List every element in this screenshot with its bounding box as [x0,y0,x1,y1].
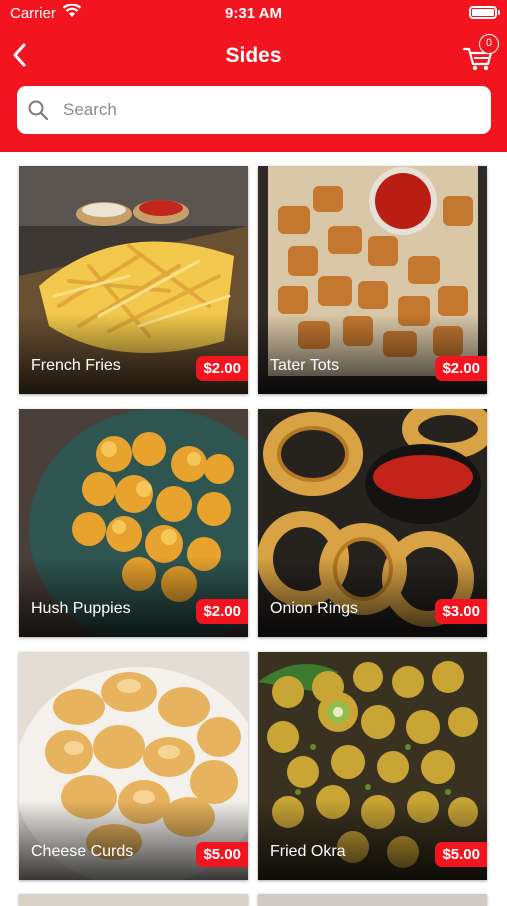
product-name: Fried Okra [270,843,346,860]
product-card[interactable]: Hush Puppies $2.00 [19,409,248,637]
search-icon [28,100,49,121]
cart-count-badge: 0 [479,34,499,54]
battery-icon [469,6,500,19]
price-badge: $5.00 [435,842,487,867]
product-name: Tater Tots [270,357,340,374]
product-name: Hush Puppies [31,600,131,617]
product-photo [19,894,248,906]
price-badge: $3.00 [435,599,487,624]
price-badge: $5.00 [196,842,248,867]
product-name: Onion Rings [270,600,359,617]
card-shade [258,314,487,394]
product-card[interactable]: French Fries $2.00 [19,166,248,394]
card-shade [19,557,248,637]
price-badge: $2.00 [196,356,248,381]
product-card[interactable] [258,894,487,906]
nav-bar: Sides 0 [0,34,507,76]
product-card[interactable]: Tater Tots $2.00 [258,166,487,394]
product-name: Cheese Curds [31,843,134,860]
price-badge: $2.00 [196,599,248,624]
top-bar: Carrier 9:31 AM Sides 0 [0,0,507,152]
product-photo [258,894,487,906]
status-bar: Carrier 9:31 AM [0,0,507,28]
page-title: Sides [225,44,282,67]
product-card[interactable]: Onion Rings $3.00 [258,409,487,637]
search-input[interactable] [63,86,483,134]
product-card[interactable]: Fried Okra $5.00 [258,652,487,880]
card-shade [258,557,487,637]
price-badge: $2.00 [435,356,487,381]
product-card[interactable] [19,894,248,906]
cart-button[interactable]: 0 [461,34,499,74]
product-name: French Fries [31,357,121,374]
product-card[interactable]: Cheese Curds $5.00 [19,652,248,880]
card-shade [258,800,487,880]
clock: 9:31 AM [225,5,282,22]
search-bar[interactable] [17,86,491,134]
card-shade [19,314,248,394]
card-shade [19,800,248,880]
